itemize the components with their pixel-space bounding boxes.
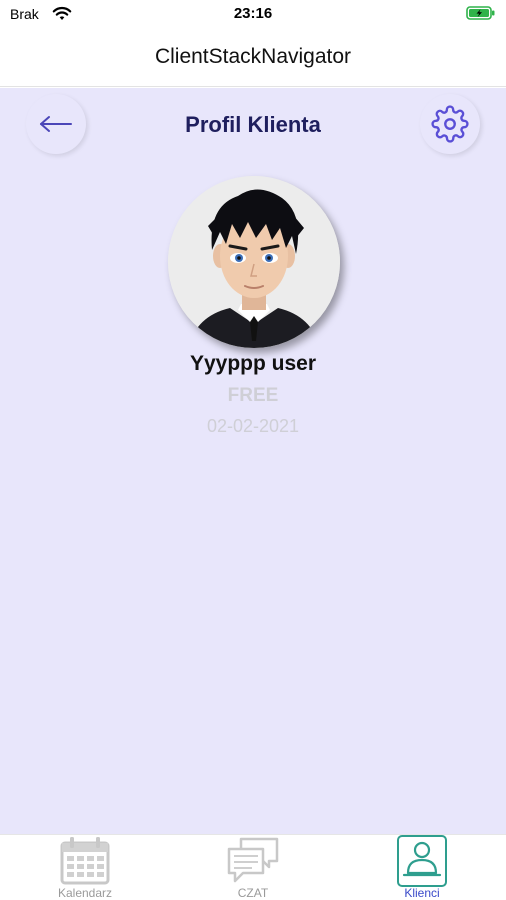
status-time: 23:16 — [233, 5, 273, 22]
client-plan-badge: FREE — [227, 385, 279, 406]
chat-icon — [227, 837, 279, 883]
avatar-illustration — [168, 176, 340, 348]
tab-label-chat: CZAT — [237, 886, 269, 900]
tab-bar: Kalendarz CZAT Klienci — [0, 834, 506, 900]
tab-label-clients: Klienci — [404, 886, 440, 900]
navigator-title: ClientStackNavigator — [154, 45, 352, 68]
gear-icon — [431, 105, 469, 143]
person-icon — [402, 841, 442, 877]
tab-clients[interactable]: Klienci — [362, 835, 482, 900]
client-name: Yyyppp user — [189, 352, 317, 375]
status-bar: Brak 23:16 — [0, 0, 506, 30]
settings-button[interactable] — [420, 94, 480, 154]
tab-label-calendar: Kalendarz — [57, 886, 113, 900]
battery-charging-icon — [466, 6, 495, 20]
navigation-header: ClientStackNavigator — [0, 30, 506, 87]
tab-chat[interactable]: CZAT — [193, 835, 313, 900]
tab-calendar[interactable]: Kalendarz — [25, 835, 145, 900]
client-date: 02-02-2021 — [206, 416, 300, 436]
client-profile-screen: Profil Klienta Yyyppp user FREE 02-02-20… — [0, 88, 506, 834]
client-avatar — [168, 176, 340, 348]
calendar-icon — [60, 837, 110, 885]
